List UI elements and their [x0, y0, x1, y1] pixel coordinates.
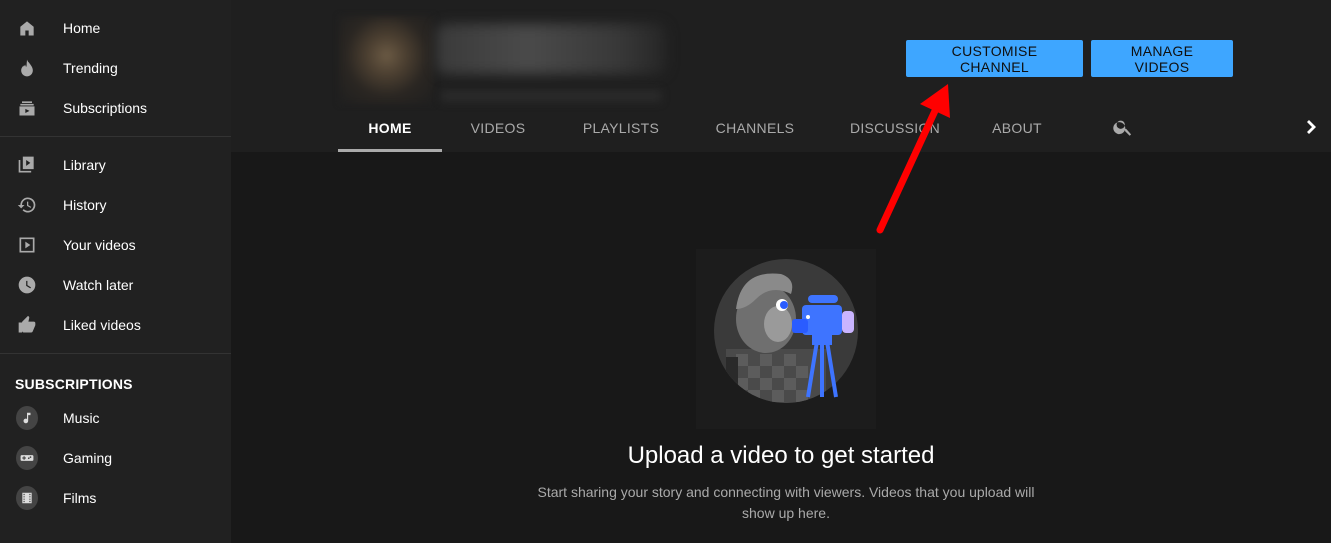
- sidebar-item-label: Liked videos: [63, 317, 141, 333]
- channel-header: CUSTOMISE CHANNEL MANAGE VIDEOS HOME VID…: [231, 0, 1331, 152]
- sidebar-item-subscriptions[interactable]: Subscriptions: [0, 88, 231, 128]
- sidebar-item-label: Gaming: [63, 450, 113, 466]
- sidebar-primary-section: Home Trending Subscriptions: [0, 0, 231, 137]
- sidebar-item-liked-videos[interactable]: Liked videos: [0, 305, 231, 345]
- library-icon: [16, 154, 38, 176]
- sidebar-item-label: Subscriptions: [63, 100, 148, 116]
- sidebar-item-label: Watch later: [63, 277, 134, 293]
- manage-videos-button[interactable]: MANAGE VIDEOS: [1091, 40, 1233, 77]
- empty-state-description: Start sharing your story and connecting …: [537, 484, 1035, 521]
- sidebar-item-library[interactable]: Library: [0, 145, 231, 185]
- music-avatar: [16, 406, 38, 430]
- channel-search-icon[interactable]: [1112, 116, 1134, 138]
- subscriptions-heading: SUBSCRIPTIONS: [15, 376, 133, 392]
- sidebar-item-watch-later[interactable]: Watch later: [0, 265, 231, 305]
- sidebar-item-label: Films: [63, 490, 97, 506]
- channel-name-blurred: [436, 24, 666, 74]
- channel-subscribers-blurred: [441, 90, 661, 102]
- tab-videos[interactable]: VIDEOS: [442, 104, 554, 152]
- sidebar-item-label: Music: [63, 410, 100, 426]
- sidebar-subscriptions-section: SUBSCRIPTIONS Music Gaming Films: [0, 354, 231, 526]
- camera-operator-illustration: [696, 249, 876, 429]
- sidebar: Home Trending Subscriptions Library Hist…: [0, 0, 231, 543]
- channel-tabs: HOME VIDEOS PLAYLISTS CHANNELS DISCUSSIO…: [338, 104, 1066, 152]
- sidebar-item-label: Trending: [63, 60, 118, 76]
- films-avatar: [16, 486, 38, 510]
- gaming-avatar: [16, 446, 38, 470]
- channel-avatar-blurred: [339, 16, 434, 104]
- sidebar-item-label: History: [63, 197, 107, 213]
- sidebar-item-your-videos[interactable]: Your videos: [0, 225, 231, 265]
- sidebar-item-history[interactable]: History: [0, 185, 231, 225]
- sidebar-item-gaming[interactable]: Gaming: [0, 438, 231, 478]
- tab-about[interactable]: ABOUT: [968, 104, 1066, 152]
- channel-home-content: Upload a video to get started Start shar…: [231, 152, 1331, 543]
- like-icon: [16, 314, 38, 336]
- sidebar-item-trending[interactable]: Trending: [0, 48, 231, 88]
- tab-home[interactable]: HOME: [338, 104, 442, 152]
- tab-discussion[interactable]: DISCUSSION: [822, 104, 968, 152]
- trending-icon: [16, 57, 38, 79]
- watch-later-icon: [16, 274, 38, 296]
- tab-playlists[interactable]: PLAYLISTS: [554, 104, 688, 152]
- tab-channels[interactable]: CHANNELS: [688, 104, 822, 152]
- empty-state-title: Upload a video to get started: [627, 442, 935, 469]
- films-icon: [16, 486, 38, 510]
- music-icon: [16, 406, 38, 430]
- youtube-studio-channel-page: Home Trending Subscriptions Library Hist…: [0, 0, 1331, 543]
- sidebar-item-label: Your videos: [63, 237, 136, 253]
- customise-channel-button[interactable]: CUSTOMISE CHANNEL: [906, 40, 1083, 77]
- subscriptions-icon: [16, 97, 38, 119]
- sidebar-item-films[interactable]: Films: [0, 478, 231, 518]
- your-videos-icon: [16, 234, 38, 256]
- home-icon: [16, 17, 38, 39]
- history-icon: [16, 194, 38, 216]
- sidebar-item-label: Library: [63, 157, 106, 173]
- sidebar-library-section: Library History Your videos Watch later: [0, 137, 231, 354]
- gaming-icon: [16, 446, 38, 470]
- chevron-right-icon[interactable]: [1304, 116, 1322, 138]
- sidebar-item-home[interactable]: Home: [0, 8, 231, 48]
- sidebar-item-label: Home: [63, 20, 101, 36]
- sidebar-item-music[interactable]: Music: [0, 398, 231, 438]
